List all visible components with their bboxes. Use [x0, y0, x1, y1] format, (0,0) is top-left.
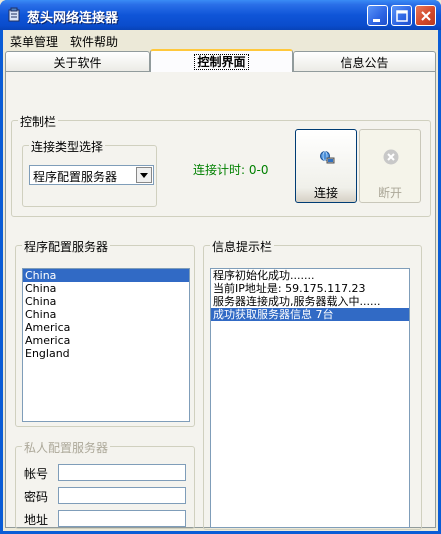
connection-type-select[interactable]: 程序配置服务器 — [29, 165, 154, 185]
menu-item-manage[interactable]: 菜单管理 — [10, 33, 58, 50]
disconnect-button[interactable]: 断开 — [359, 129, 421, 203]
app-icon — [8, 7, 20, 22]
server-list-item[interactable]: China — [23, 269, 189, 282]
info-list-item[interactable]: 成功获取服务器信息 7台 — [211, 308, 409, 321]
info-list-item[interactable]: 服务器连接成功,服务器载入中...... — [211, 295, 409, 308]
account-label: 帐号 — [24, 467, 49, 481]
control-group: 控制栏 连接类型选择 程序配置服务器 连接计时: 0-0 连接 断开 — [11, 113, 431, 217]
private-server-label: 私人配置服务器 — [22, 439, 111, 456]
address-field[interactable] — [58, 510, 186, 527]
password-field[interactable] — [58, 487, 186, 504]
client-area: 菜单管理 软件帮助 关于软件 控制界面 信息公告 控制栏 连接类型选择 程序配置… — [3, 30, 438, 531]
server-list-group: 程序配置服务器 China China China China America Ameri… — [15, 238, 195, 427]
connection-timer: 连接计时: 0-0 — [193, 163, 269, 177]
info-list-item[interactable]: 当前IP地址是: 59.175.117.23 — [211, 282, 409, 295]
info-list[interactable]: 程序初始化成功....... 当前IP地址是: 59.175.117.23 服务器连… — [210, 268, 410, 528]
server-list-item[interactable]: America — [23, 334, 189, 347]
server-list-item[interactable]: China — [23, 282, 189, 295]
server-list-item[interactable]: China — [23, 295, 189, 308]
connect-button-label: 连接 — [313, 186, 338, 200]
title-bar[interactable]: 葱头网络连接器 — [0, 0, 441, 30]
server-list[interactable]: China China China China America America Englan… — [22, 268, 190, 422]
maximize-icon — [396, 10, 408, 22]
disconnect-icon — [383, 149, 399, 165]
account-field[interactable] — [58, 464, 186, 481]
minimize-icon — [373, 19, 380, 22]
server-list-item[interactable]: England — [23, 347, 189, 360]
info-list-item[interactable]: 程序初始化成功....... — [211, 269, 409, 282]
tab-notice[interactable]: 信息公告 — [293, 51, 436, 71]
address-label: 地址 — [24, 513, 49, 527]
disconnect-button-label: 断开 — [377, 186, 402, 200]
connect-button[interactable]: 连接 — [295, 129, 357, 203]
private-server-group: 私人配置服务器 帐号 密码 地址 — [15, 439, 195, 529]
close-button[interactable] — [415, 5, 436, 26]
connection-type-label: 连接类型选择 — [29, 138, 106, 155]
chevron-down-icon[interactable] — [136, 167, 152, 183]
tab-control[interactable]: 控制界面 — [150, 49, 293, 72]
minimize-button[interactable] — [367, 5, 388, 26]
app-window: 葱头网络连接器 菜单管理 软件帮助 关于软件 控制界面 信息公告 控制栏 连接类… — [0, 0, 441, 534]
maximize-button[interactable] — [391, 5, 412, 26]
info-group-label: 信息提示栏 — [210, 238, 275, 255]
window-title: 葱头网络连接器 — [27, 11, 119, 26]
server-list-item[interactable]: America — [23, 321, 189, 334]
menu-item-help[interactable]: 软件帮助 — [70, 33, 118, 50]
info-group: 信息提示栏 程序初始化成功....... 当前IP地址是: 59.175.117.… — [203, 238, 422, 530]
tab-panel-control: 控制栏 连接类型选择 程序配置服务器 连接计时: 0-0 连接 断开 程序配置服… — [5, 71, 436, 530]
tab-about[interactable]: 关于软件 — [5, 51, 150, 71]
network-connect-icon — [320, 151, 335, 164]
menu-bar: 菜单管理 软件帮助 — [3, 30, 438, 49]
close-icon — [421, 11, 431, 21]
tab-control-label: 控制界面 — [194, 54, 249, 70]
control-group-label: 控制栏 — [18, 113, 59, 130]
connection-type-value: 程序配置服务器 — [33, 170, 118, 184]
server-list-item[interactable]: China — [23, 308, 189, 321]
connection-type-group: 连接类型选择 程序配置服务器 — [22, 138, 157, 207]
password-label: 密码 — [24, 490, 49, 504]
server-list-label: 程序配置服务器 — [22, 238, 111, 255]
